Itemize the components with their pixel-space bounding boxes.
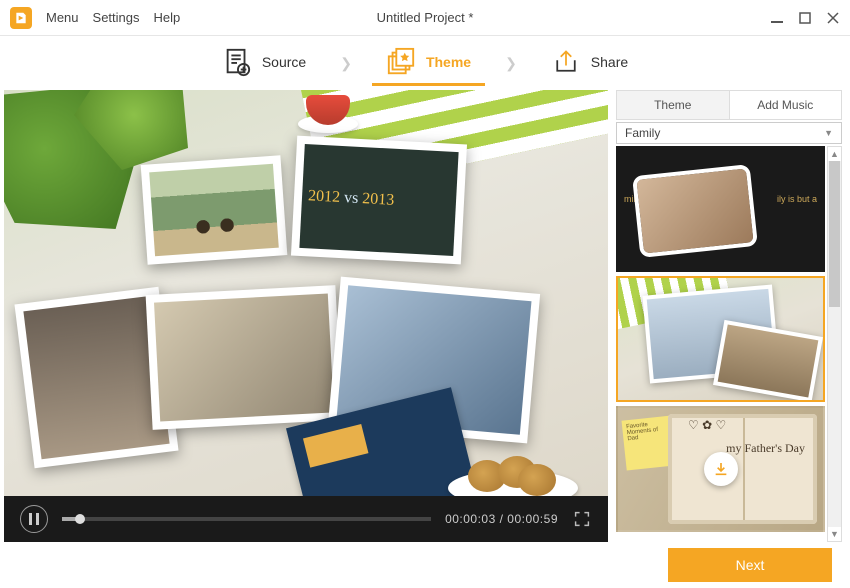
title-bar: Menu Settings Help Untitled Project *	[0, 0, 850, 36]
footer: Next	[0, 542, 850, 588]
close-button[interactable]	[826, 11, 840, 25]
scroll-down-button[interactable]: ▼	[828, 527, 841, 541]
seek-thumb[interactable]	[75, 514, 85, 524]
tab-add-music[interactable]: Add Music	[729, 91, 842, 119]
theme-scrollbar[interactable]: ▲ ▼	[827, 146, 842, 542]
category-value: Family	[625, 126, 660, 140]
project-title: Untitled Project *	[377, 10, 474, 25]
theme-item-family-quote[interactable]: mily is but a ily is but a	[616, 146, 825, 272]
minimize-button[interactable]	[770, 11, 784, 25]
theme-category-select[interactable]: Family ▼	[616, 122, 842, 144]
time-display: 00:00:03 / 00:00:59	[445, 512, 558, 526]
cookies-graphic	[448, 416, 578, 496]
step-nav: Source ❯ Theme ❯ Share	[0, 36, 850, 90]
main-area: 2012 vs 2013 00:00:03 / 00:00:59 Theme A…	[0, 90, 850, 542]
theme-caption: ily is but a	[777, 194, 817, 204]
menu-help[interactable]: Help	[154, 10, 181, 25]
step-source-label: Source	[262, 54, 306, 70]
menu-menu[interactable]: Menu	[46, 10, 79, 25]
theme-item-fathers-day[interactable]: Favorite Moments of Dad ♡ ✿ ♡ my Father'…	[616, 406, 825, 532]
preview-photo	[141, 155, 288, 265]
scroll-up-button[interactable]: ▲	[828, 147, 841, 161]
hearts-icon: ♡ ✿ ♡	[688, 418, 726, 432]
app-logo-icon	[10, 7, 32, 29]
side-tabs: Theme Add Music	[616, 90, 842, 120]
step-share[interactable]: Share	[537, 41, 642, 86]
source-icon	[222, 47, 252, 77]
step-source[interactable]: Source	[208, 41, 320, 86]
fullscreen-button[interactable]	[572, 509, 592, 529]
player-bar: 00:00:03 / 00:00:59	[4, 496, 608, 542]
seek-slider[interactable]	[62, 517, 431, 521]
teacup-graphic	[298, 90, 358, 133]
chevron-right-icon: ❯	[340, 55, 352, 72]
scroll-thumb[interactable]	[829, 161, 840, 307]
download-icon[interactable]	[704, 452, 738, 486]
maximize-button[interactable]	[798, 11, 812, 25]
theme-item-family-collage[interactable]	[616, 276, 825, 402]
window-controls	[770, 11, 840, 25]
step-theme-label: Theme	[426, 54, 471, 70]
theme-icon	[386, 47, 416, 77]
preview-photo	[146, 285, 343, 430]
preview-column: 2012 vs 2013 00:00:03 / 00:00:59	[4, 90, 608, 542]
preview-photo: 2012 vs 2013	[291, 136, 467, 265]
theme-panel: Theme Add Music Family ▼ mily is but a i…	[616, 90, 842, 542]
tab-theme[interactable]: Theme	[617, 91, 729, 119]
next-button[interactable]: Next	[668, 548, 832, 582]
step-share-label: Share	[591, 54, 628, 70]
pause-button[interactable]	[20, 505, 48, 533]
chevron-down-icon: ▼	[824, 128, 833, 138]
theme-list: mily is but a ily is but a Favorite Mome…	[616, 146, 825, 542]
scroll-track[interactable]	[828, 161, 841, 527]
share-icon	[551, 47, 581, 77]
step-theme[interactable]: Theme	[372, 41, 485, 86]
menu-settings[interactable]: Settings	[93, 10, 140, 25]
chevron-right-icon: ❯	[505, 55, 517, 72]
theme-title-text: my Father's Day	[726, 442, 805, 455]
preview-canvas: 2012 vs 2013	[4, 90, 608, 496]
